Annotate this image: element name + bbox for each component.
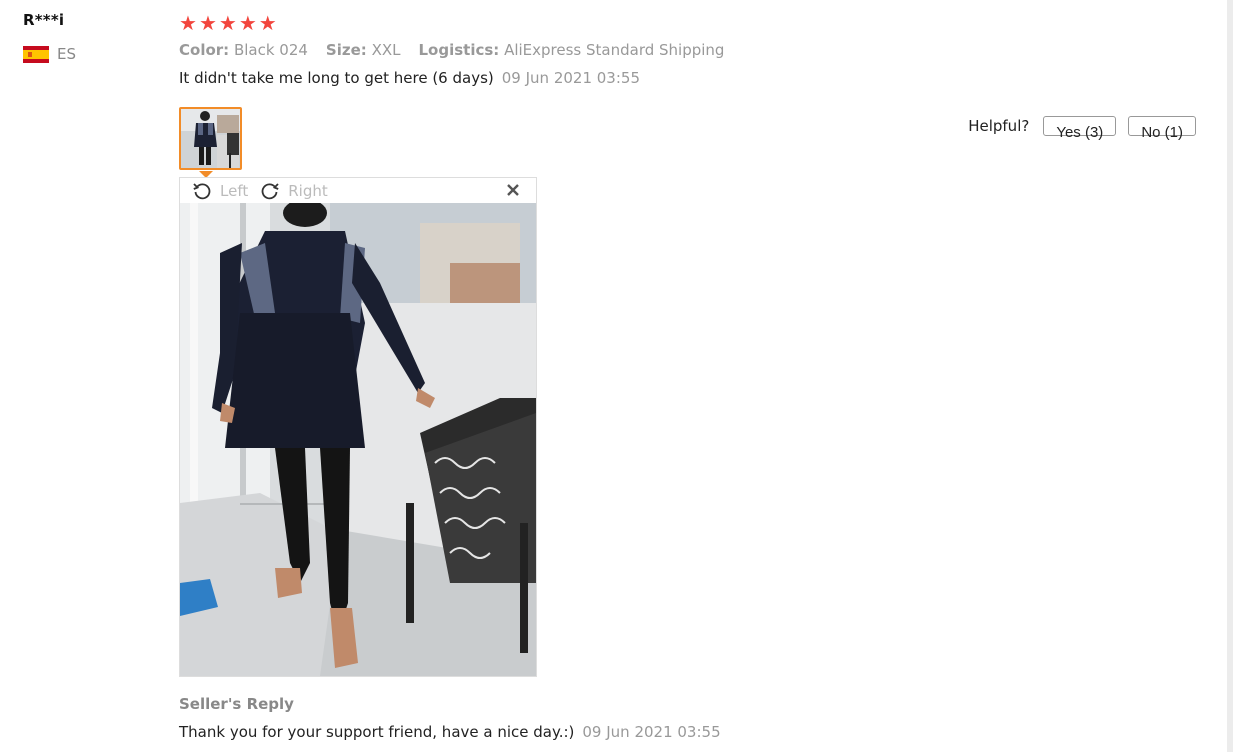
reviewer-country: ES [23,45,103,63]
attr-color-label: Color: [179,41,230,59]
review-text-row: It didn't take me long to get here (6 da… [179,69,1219,87]
star-icon: ★ [218,11,237,35]
country-code: ES [57,45,76,63]
attr-logistics-value: AliExpress Standard Shipping [504,41,725,59]
review-date: 09 Jun 2021 03:55 [501,69,640,87]
helpful-yes-button[interactable]: Yes (3) [1043,116,1117,141]
photo-viewer: Left Right [179,177,537,677]
star-rating: ★ ★ ★ ★ ★ [179,10,1219,36]
rotate-left-icon[interactable] [192,181,212,201]
close-icon[interactable] [504,181,522,199]
reviewer-info: R***i ES [23,11,76,63]
review-text: It didn't take me long to get here (6 da… [179,69,494,87]
star-icon: ★ [238,11,257,35]
thumbnail-image [181,109,240,168]
rotate-left-label[interactable]: Left [220,182,248,200]
helpful-section: Helpful? Yes (3) No (1) [968,116,1196,141]
rotate-right-icon[interactable] [260,181,280,201]
helpful-label: Helpful? [968,117,1030,135]
attr-color: Color: Black 024 [179,41,308,59]
product-attributes: Color: Black 024 Size: XXL Logistics: Al… [179,41,1219,59]
reviewer-name: R***i [23,11,65,29]
photo-viewer-toolbar: Left Right [180,178,536,203]
seller-reply-date: 09 Jun 2021 03:55 [582,723,721,741]
review-photo-thumbnail[interactable] [179,107,242,170]
spain-flag-icon [23,45,49,63]
helpful-no-button[interactable]: No (1) [1128,116,1196,141]
seller-reply-text: Thank you for your support friend, have … [179,723,575,741]
attr-size-label: Size: [325,41,367,59]
review-content: ★ ★ ★ ★ ★ Color: Black 024 Size: XXL Log… [179,10,1219,677]
star-icon: ★ [179,11,197,35]
star-icon: ★ [258,11,277,35]
rotate-right-label[interactable]: Right [288,182,328,200]
seller-reply-row: Thank you for your support friend, have … [179,723,721,741]
review-photo-large [180,203,536,676]
attr-size: Size: XXL [326,41,401,59]
attr-logistics: Logistics: AliExpress Standard Shipping [418,41,724,59]
seller-reply: Seller's Reply Thank you for your suppor… [179,695,721,741]
page-scrollbar[interactable] [1227,0,1233,752]
seller-reply-title: Seller's Reply [179,695,294,713]
attr-logistics-label: Logistics: [418,41,500,59]
attr-color-value: Black 024 [233,41,308,59]
star-icon: ★ [198,11,217,35]
attr-size-value: XXL [371,41,401,59]
